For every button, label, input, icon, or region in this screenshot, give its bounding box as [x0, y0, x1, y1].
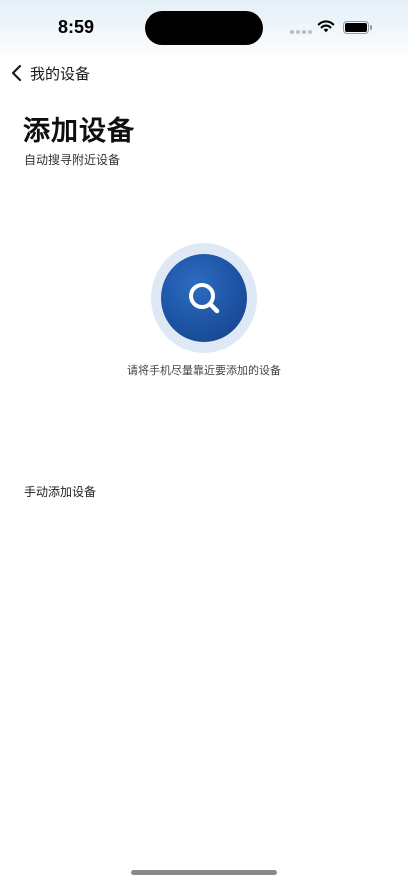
status-bar: 8:59 [0, 0, 408, 54]
home-indicator[interactable] [131, 870, 277, 875]
manual-add-device-link[interactable]: 手动添加设备 [24, 483, 96, 500]
search-icon [189, 283, 220, 314]
scan-area: 请将手机尽量靠近要添加的设备 [0, 240, 408, 390]
battery-icon [343, 21, 372, 34]
navigation-bar: 我的设备 [0, 56, 408, 88]
wifi-icon [317, 20, 335, 33]
cellular-signal-icon [290, 30, 312, 34]
page-title: 添加设备 [23, 116, 135, 147]
dynamic-island [145, 11, 263, 45]
chevron-left-icon [11, 64, 22, 82]
status-time: 8:59 [58, 17, 95, 37]
page-subtitle: 自动搜寻附近设备 [24, 153, 121, 167]
scan-hint: 请将手机尽量靠近要添加的设备 [127, 364, 281, 377]
scan-button[interactable] [161, 254, 247, 342]
back-label: 我的设备 [30, 64, 91, 83]
back-button[interactable]: 我的设备 [10, 62, 90, 84]
